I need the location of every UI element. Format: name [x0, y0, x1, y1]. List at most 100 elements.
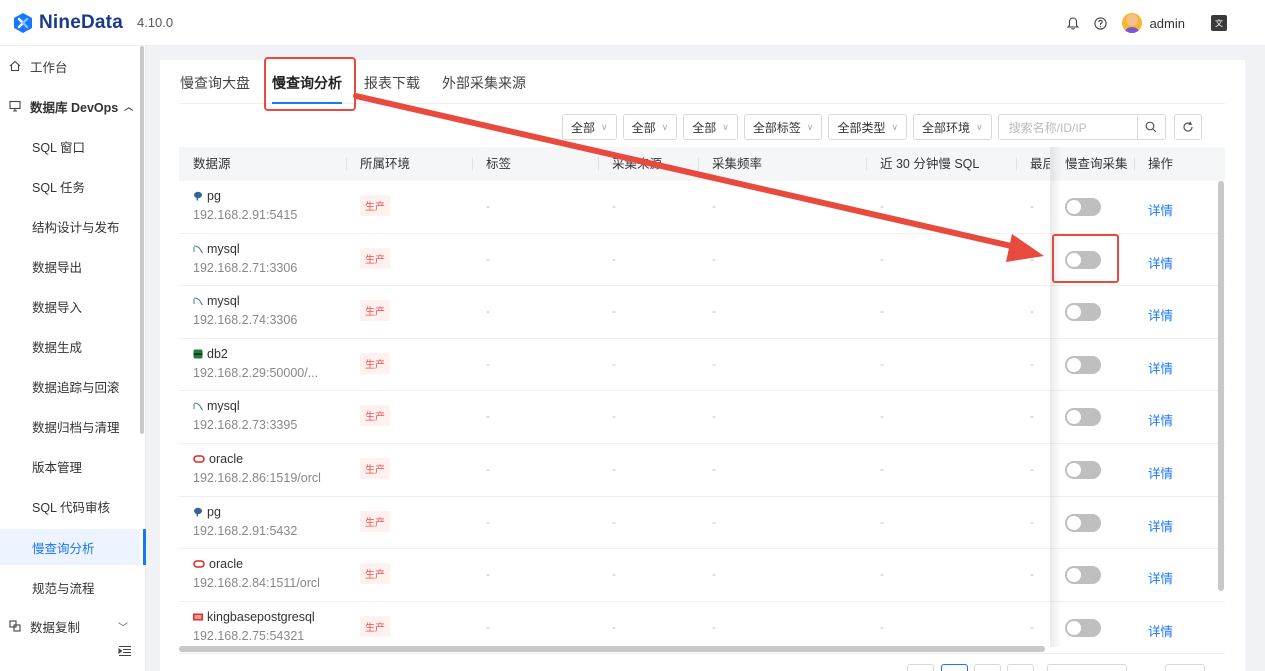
sidebar-item-workbench[interactable]: 工作台 — [0, 48, 140, 84]
datasource-name[interactable]: kingbasepostgresql — [193, 610, 315, 624]
filter-select-1[interactable]: 全部 ∨ — [562, 114, 617, 140]
sidebar-item-data-archive[interactable]: 数据归档与清理 — [0, 408, 140, 444]
col-header-source: 采集来源 — [612, 157, 663, 171]
tab-external-source[interactable]: 外部采集来源 — [442, 60, 526, 104]
slow-query-collect-toggle[interactable] — [1065, 461, 1101, 479]
filter-select-tags[interactable]: 全部标签 ∨ — [743, 114, 823, 140]
version-label: 4.10.0 — [136, 15, 174, 30]
table-horizontal-scrollbar[interactable] — [179, 646, 1045, 652]
last-cell: - — [1030, 619, 1034, 634]
sidebar-item-data-import[interactable]: 数据导入 — [0, 288, 140, 324]
chevron-down-icon: ∨ — [601, 121, 608, 132]
sidebar-group-replication[interactable]: 数据复制 ﹀ — [0, 608, 140, 644]
detail-link[interactable]: 详情 — [1148, 463, 1173, 482]
jump-input[interactable] — [1165, 664, 1205, 671]
filter-select-type[interactable]: 全部类型 ∨ — [828, 114, 908, 140]
sidebar-group-devops[interactable]: 数据库 DevOps ︿ — [0, 88, 140, 124]
sidebar-item-label: SQL 窗口 — [32, 140, 86, 155]
search-input[interactable]: 搜索名称/ID/IP — [997, 114, 1138, 140]
search-button[interactable] — [1137, 114, 1166, 140]
sidebar-item-standards[interactable]: 规范与流程 — [0, 569, 140, 605]
detail-link[interactable]: 详情 — [1148, 568, 1173, 587]
col-separator — [598, 157, 599, 171]
select-value: 全部 — [631, 120, 656, 135]
frequency-cell: - — [712, 462, 716, 476]
chevron-down-icon: ∨ — [891, 121, 899, 132]
datasource-name[interactable]: oracle — [193, 452, 243, 466]
slow-sql-cell: - — [880, 356, 884, 371]
pagination-prev[interactable] — [907, 664, 934, 671]
sidebar-item-data-generate[interactable]: 数据生成 — [0, 328, 140, 364]
sidebar-item-data-tracking[interactable]: 数据追踪与回滚 — [0, 368, 140, 404]
tag-cell: - — [486, 462, 490, 476]
env-badge: 生产 — [360, 300, 390, 322]
refresh-button[interactable] — [1173, 114, 1202, 140]
datasource-name[interactable]: oracle — [193, 557, 243, 571]
copy-icon — [8, 619, 22, 633]
detail-link[interactable]: 详情 — [1148, 253, 1173, 272]
filter-select-2[interactable]: 全部 ∨ — [622, 114, 678, 140]
sidebar-item-version-mgmt[interactable]: 版本管理 — [0, 448, 140, 484]
pagination-page-1[interactable] — [941, 664, 968, 671]
table-vertical-scrollbar[interactable] — [1218, 181, 1224, 591]
datasource-name[interactable]: pg — [193, 189, 221, 203]
slow-sql-cell: - — [880, 514, 884, 529]
monitor-icon — [8, 99, 22, 113]
translate-icon[interactable]: 文 — [1211, 15, 1227, 31]
oracle-icon — [193, 560, 205, 568]
user-avatar[interactable] — [1121, 13, 1142, 33]
detail-link[interactable]: 详情 — [1148, 621, 1173, 640]
datasource-name-text: pg — [207, 504, 221, 519]
detail-link[interactable]: 详情 — [1148, 410, 1173, 429]
bell-icon[interactable] — [1066, 16, 1080, 30]
env-badge: 生产 — [360, 352, 390, 374]
datasource-name-text: mysql — [207, 241, 240, 256]
help-icon[interactable] — [1094, 16, 1108, 30]
detail-link[interactable]: 详情 — [1148, 516, 1173, 535]
source-cell: - — [612, 199, 616, 213]
detail-link[interactable]: 详情 — [1148, 305, 1173, 324]
tab-slow-query-dashboard[interactable]: 慢查询大盘 — [180, 60, 250, 104]
datasource-name[interactable]: pg — [193, 505, 221, 519]
slow-query-collect-toggle[interactable] — [1065, 355, 1101, 374]
menu-collapse-icon[interactable] — [118, 645, 132, 659]
filter-select-env[interactable]: 全部环境 ∨ — [913, 114, 992, 140]
sidebar-item-label: SQL 代码审核 — [32, 500, 111, 515]
sidebar-item-slow-query[interactable]: 慢查询分析 — [0, 529, 146, 565]
datasource-name[interactable]: db2 — [193, 347, 228, 361]
sidebar-item-sql-review[interactable]: SQL 代码审核 — [0, 488, 140, 524]
sidebar-item-data-export[interactable]: 数据导出 — [0, 248, 140, 284]
tab-report-download[interactable]: 报表下载 — [364, 60, 420, 104]
sidebar-item-label: 数据生成 — [32, 340, 83, 355]
detail-link[interactable]: 详情 — [1148, 200, 1173, 219]
pagination-page-2[interactable] — [974, 664, 1001, 671]
filter-select-3[interactable]: 全部 ∨ — [683, 114, 738, 140]
slow-query-collect-toggle[interactable] — [1065, 618, 1101, 637]
brand-logo[interactable]: NineData — [12, 12, 123, 34]
slow-query-collect-toggle[interactable] — [1065, 566, 1101, 585]
datasource-name-text: pg — [207, 189, 221, 203]
fixed-column-shadow — [1050, 147, 1062, 647]
tag-cell: - — [486, 514, 490, 529]
col-header-tag: 标签 — [486, 157, 512, 171]
col-header-datasource: 数据源 — [193, 157, 231, 171]
sidebar-scrollbar[interactable] — [140, 46, 144, 434]
sidebar-item-sql-task[interactable]: SQL 任务 — [0, 168, 140, 204]
slow-query-collect-toggle[interactable] — [1065, 408, 1101, 427]
datasource-address: 192.168.2.84:1511/orcl — [193, 576, 320, 591]
sidebar-item-label: 规范与流程 — [32, 581, 95, 596]
user-name[interactable]: admin — [1150, 16, 1185, 31]
pagination-next[interactable] — [1007, 664, 1034, 671]
sidebar-item-schema-design[interactable]: 结构设计与发布 — [0, 208, 140, 244]
slow-query-collect-toggle[interactable] — [1065, 513, 1101, 532]
page-size-select[interactable] — [1047, 664, 1127, 671]
slow-query-collect-toggle[interactable] — [1065, 303, 1101, 322]
datasource-name[interactable]: mysql — [193, 294, 240, 308]
detail-link[interactable]: 详情 — [1148, 358, 1173, 377]
datasource-name[interactable]: mysql — [193, 242, 240, 256]
tag-cell: - — [486, 304, 490, 319]
slow-query-collect-toggle[interactable] — [1065, 198, 1101, 216]
datasource-address: 192.168.2.29:50000/... — [193, 365, 319, 380]
sidebar-item-sql-window[interactable]: SQL 窗口 — [0, 128, 140, 164]
datasource-name[interactable]: mysql — [193, 399, 240, 413]
